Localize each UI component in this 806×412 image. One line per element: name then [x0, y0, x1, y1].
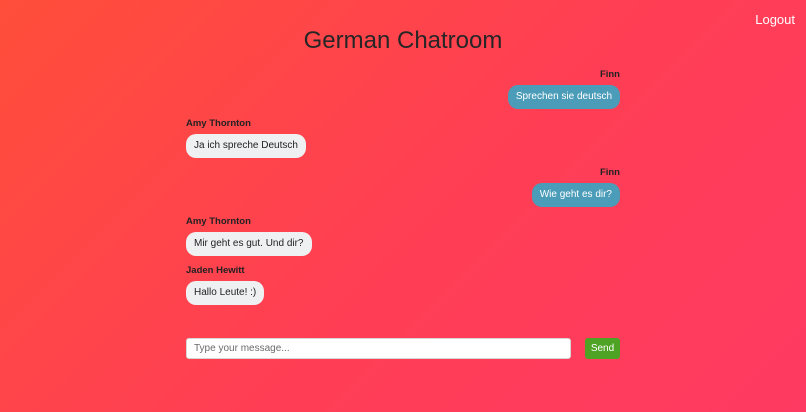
message-bubble: Mir geht es gut. Und dir?: [186, 232, 312, 256]
logout-link[interactable]: Logout: [755, 12, 795, 27]
message-list: Finn Sprechen sie deutsch Amy Thornton J…: [186, 69, 620, 314]
send-button[interactable]: Send: [585, 338, 620, 359]
message-input[interactable]: [186, 338, 571, 359]
message-item: Finn Sprechen sie deutsch: [186, 69, 620, 109]
message-item: Finn Wie geht es dir?: [186, 167, 620, 207]
message-bubble: Sprechen sie deutsch: [507, 85, 620, 109]
message-composer: Send: [186, 338, 620, 359]
message-author: Finn: [599, 69, 620, 80]
message-bubble: Ja ich spreche Deutsch: [186, 134, 306, 158]
message-author: Jaden Hewitt: [186, 265, 245, 276]
message-item: Jaden Hewitt Hallo Leute! :): [186, 265, 620, 305]
message-author: Finn: [599, 167, 620, 178]
message-item: Amy Thornton Ja ich spreche Deutsch: [186, 118, 620, 158]
message-item: Amy Thornton Mir geht es gut. Und dir?: [186, 216, 620, 256]
message-author: Amy Thornton: [186, 216, 251, 227]
message-bubble: Hallo Leute! :): [186, 281, 265, 305]
message-bubble: Wie geht es dir?: [531, 183, 620, 207]
page-title: German Chatroom: [303, 27, 503, 54]
message-author: Amy Thornton: [186, 118, 251, 129]
